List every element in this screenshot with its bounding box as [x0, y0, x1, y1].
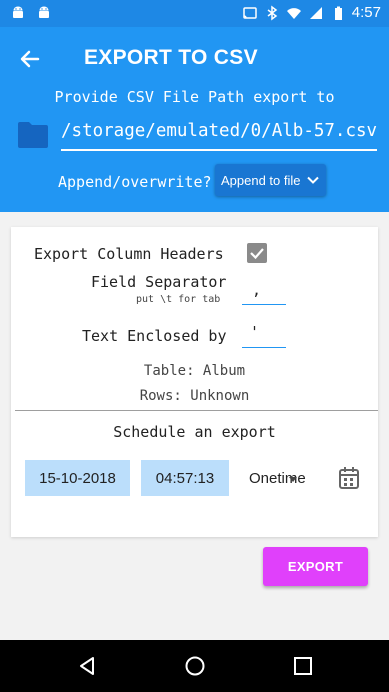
app-header: EXPORT TO CSV Provide CSV File Path expo…	[0, 27, 389, 212]
status-time: 4:57	[351, 4, 381, 21]
android-icon	[39, 6, 49, 18]
export-headers-checkbox[interactable]	[247, 243, 267, 263]
bluetooth-icon	[267, 5, 278, 20]
divider	[15, 410, 378, 411]
chevron-down-icon	[307, 176, 319, 184]
field-separator-label: Field Separator	[91, 273, 227, 291]
frequency-dropdown[interactable]: Onetime	[243, 462, 313, 494]
folder-icon[interactable]	[17, 121, 49, 149]
time-picker-field[interactable]: 04:57:13	[141, 460, 229, 496]
checkmark-icon	[250, 248, 264, 260]
append-mode-value: Append to file	[221, 172, 301, 188]
wifi-icon	[286, 7, 301, 19]
file-path-input[interactable]: /storage/emulated/0/Alb-57.csv	[61, 121, 377, 151]
back-arrow-icon[interactable]	[16, 45, 44, 73]
export-button[interactable]: EXPORT	[263, 547, 368, 586]
schedule-label: Schedule an export	[113, 423, 276, 441]
android-icon	[13, 6, 23, 18]
export-options-card: Export Column Headers Field Separator pu…	[11, 227, 378, 537]
append-overwrite-label: Append/overwrite?	[58, 173, 212, 191]
back-nav-icon[interactable]	[76, 655, 98, 677]
navigation-bar	[0, 640, 389, 692]
export-headers-label: Export Column Headers	[34, 245, 224, 263]
date-picker-field[interactable]: 15-10-2018	[25, 460, 130, 496]
home-nav-icon[interactable]	[184, 655, 206, 677]
recents-nav-icon[interactable]	[292, 655, 314, 677]
append-mode-dropdown[interactable]: Append to file	[215, 164, 326, 196]
cast-icon	[243, 6, 257, 19]
rows-info: Rows: Unknown	[139, 388, 250, 404]
calendar-icon[interactable]	[338, 466, 360, 490]
field-separator-input[interactable]: ,	[242, 281, 286, 305]
text-enclosed-label: Text Enclosed by	[82, 327, 227, 345]
table-info: Table: Album	[143, 363, 246, 379]
dropdown-arrow-icon	[289, 477, 297, 482]
page-title: EXPORT TO CSV	[84, 46, 258, 69]
field-separator-hint: put \t for tab	[136, 294, 221, 305]
battery-icon	[334, 6, 342, 20]
text-enclosed-input[interactable]: '	[242, 323, 286, 348]
provide-path-label: Provide CSV File Path export to	[54, 88, 335, 106]
signal-icon	[309, 6, 322, 19]
status-bar: 4:57	[0, 0, 389, 27]
frequency-value: Onetime	[249, 469, 306, 487]
